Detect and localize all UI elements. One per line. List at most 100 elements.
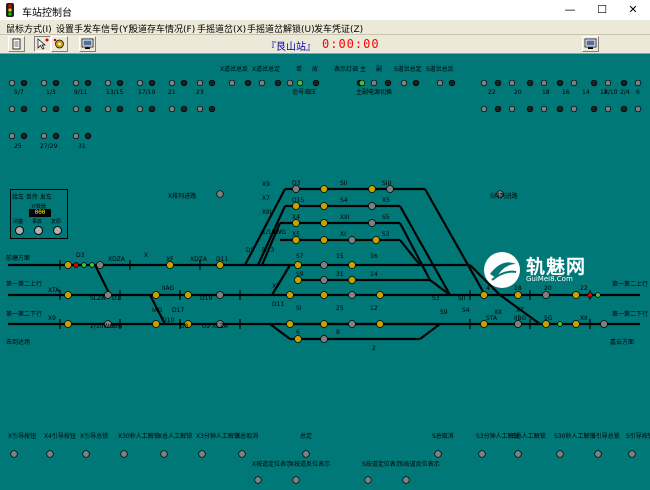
signal-lamp[interactable] xyxy=(348,236,356,244)
switch-lamp[interactable] xyxy=(448,79,456,87)
bottom-button[interactable] xyxy=(302,450,310,458)
switch-lamp[interactable] xyxy=(570,105,578,113)
switch-lamp[interactable] xyxy=(20,132,28,140)
signal-lamp[interactable] xyxy=(572,291,580,299)
switch-lamp[interactable] xyxy=(148,105,156,113)
block-button[interactable] xyxy=(15,226,24,235)
signal-lamp[interactable] xyxy=(294,335,302,343)
switch-lamp[interactable] xyxy=(526,79,534,87)
switch-lamp[interactable] xyxy=(180,79,188,87)
menu-mouse-mode[interactable]: 鼠标方式(I) xyxy=(6,22,52,35)
reset-button[interactable] xyxy=(53,226,62,235)
switch-lamp[interactable] xyxy=(480,105,488,113)
switch-lamp[interactable] xyxy=(52,105,60,113)
signal-lamp[interactable] xyxy=(320,335,328,343)
bottom-button[interactable] xyxy=(556,450,564,458)
switch-lamp[interactable] xyxy=(196,79,204,87)
signal-lamp[interactable] xyxy=(320,185,328,193)
switch-lamp[interactable] xyxy=(634,79,642,87)
signal-lamp[interactable] xyxy=(348,276,356,284)
switch-lamp[interactable] xyxy=(274,79,282,87)
signal-lamp[interactable] xyxy=(320,219,328,227)
menu-set-departure-signal[interactable]: 设置手发车信号(Y) xyxy=(56,22,132,35)
switch-lamp[interactable] xyxy=(208,79,216,87)
signal-lamp[interactable] xyxy=(368,202,376,210)
switch-lamp[interactable] xyxy=(168,105,176,113)
menu-manual-switch-unlock[interactable]: 手摇道岔解锁(U) xyxy=(247,22,315,35)
menu-manual-switch[interactable]: 手摇道岔(X) xyxy=(197,22,246,35)
signal-lamp[interactable] xyxy=(64,291,72,299)
close-button[interactable]: ✕ xyxy=(620,1,646,19)
signal-lamp[interactable] xyxy=(320,291,328,299)
switch-lamp[interactable] xyxy=(72,132,80,140)
switch-lamp[interactable] xyxy=(634,105,642,113)
switch-lamp[interactable] xyxy=(8,105,16,113)
switch-lamp[interactable] xyxy=(604,105,612,113)
switch-lamp[interactable] xyxy=(370,79,378,87)
signal-lamp[interactable] xyxy=(104,291,112,299)
switch-lamp[interactable] xyxy=(436,79,444,87)
signal-lamp[interactable] xyxy=(348,320,356,328)
switch-lamp[interactable] xyxy=(40,105,48,113)
signal-lamp[interactable] xyxy=(320,202,328,210)
signal-lamp[interactable] xyxy=(542,291,550,299)
switch-lamp[interactable] xyxy=(84,105,92,113)
switch-lamp[interactable] xyxy=(556,105,564,113)
switch-lamp[interactable] xyxy=(52,79,60,87)
switch-lamp[interactable] xyxy=(104,105,112,113)
maximize-button[interactable]: ☐ xyxy=(589,1,615,19)
menu-departure-certificate[interactable]: 发车凭证(Z) xyxy=(314,22,363,35)
signal-lamp[interactable] xyxy=(348,261,356,269)
switch-lamp[interactable] xyxy=(620,105,628,113)
switch-lamp[interactable] xyxy=(72,105,80,113)
screen-icon[interactable] xyxy=(582,36,599,52)
bottom-button[interactable] xyxy=(198,450,206,458)
switch-lamp[interactable] xyxy=(556,79,564,87)
switch-lamp[interactable] xyxy=(384,79,392,87)
signal-lamp[interactable] xyxy=(372,236,380,244)
switch-lamp[interactable] xyxy=(508,105,516,113)
bottom-button[interactable] xyxy=(120,450,128,458)
signal-lamp[interactable] xyxy=(184,291,192,299)
switch-lamp[interactable] xyxy=(286,79,294,87)
gear-icon[interactable] xyxy=(51,36,68,52)
switch-lamp[interactable] xyxy=(400,79,408,87)
switch-lamp[interactable] xyxy=(180,105,188,113)
signal-lamp[interactable] xyxy=(96,261,104,269)
accident-button[interactable] xyxy=(34,226,43,235)
signal-lamp[interactable] xyxy=(480,291,488,299)
signal-lamp[interactable] xyxy=(348,291,356,299)
switch-lamp[interactable] xyxy=(84,79,92,87)
bottom-button[interactable] xyxy=(238,450,246,458)
switch-lamp[interactable] xyxy=(412,79,420,87)
switch-lamp[interactable] xyxy=(508,79,516,87)
switch-lamp[interactable] xyxy=(590,105,598,113)
switch-lamp[interactable] xyxy=(20,105,28,113)
signal-lamp[interactable] xyxy=(368,219,376,227)
signal-lamp[interactable] xyxy=(64,261,72,269)
switch-lamp[interactable] xyxy=(244,79,252,87)
signal-lamp[interactable] xyxy=(320,320,328,328)
switch-lamp[interactable] xyxy=(116,105,124,113)
signal-lamp[interactable] xyxy=(152,320,160,328)
switch-lamp[interactable] xyxy=(8,79,16,87)
menu-track-occupancy[interactable]: 股道存车情况(F) xyxy=(129,22,195,35)
signal-lamp[interactable] xyxy=(294,261,302,269)
screen-icon[interactable] xyxy=(79,36,96,52)
signal-lamp[interactable] xyxy=(376,291,384,299)
bottom-button[interactable] xyxy=(10,450,18,458)
switch-lamp[interactable] xyxy=(590,79,598,87)
bottom-button[interactable] xyxy=(160,450,168,458)
bottom-button[interactable] xyxy=(514,450,522,458)
signal-lamp[interactable] xyxy=(286,320,294,328)
switch-lamp[interactable] xyxy=(604,79,612,87)
switch-lamp[interactable] xyxy=(136,79,144,87)
switch-lamp[interactable] xyxy=(40,132,48,140)
switch-lamp[interactable] xyxy=(258,79,266,87)
route-button[interactable] xyxy=(216,190,224,198)
switch-lamp[interactable] xyxy=(8,132,16,140)
switch-lamp[interactable] xyxy=(148,79,156,87)
signal-lamp[interactable] xyxy=(600,320,608,328)
bottom-button[interactable] xyxy=(628,450,636,458)
signal-lamp[interactable] xyxy=(320,276,328,284)
